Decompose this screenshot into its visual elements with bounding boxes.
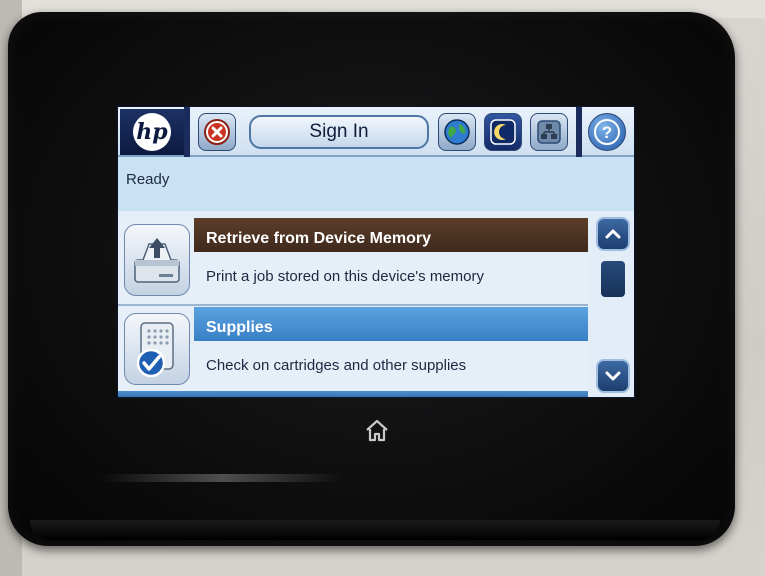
menu-list: Retrieve from Device Memory Print a job … [118,211,588,397]
language-button[interactable] [438,113,476,151]
help-button[interactable]: ? [588,113,626,151]
list-scrollbar [588,211,634,397]
help-icon: ? [594,119,620,145]
home-button[interactable] [362,416,392,444]
device-memory-icon [124,224,190,296]
list-item-supplies[interactable]: Supplies Check on cartridges and other s… [118,307,588,395]
toolbar-divider [184,107,190,157]
top-toolbar: hp Sign In ? [118,107,634,157]
supplies-icon [124,313,190,385]
touchscreen: hp Sign In ? Ready Retrieve from Device … [117,106,635,398]
chevron-down-icon [605,371,621,381]
item-title: Retrieve from Device Memory [206,230,431,247]
globe-icon [444,119,470,145]
next-list-item-peek [118,391,588,397]
list-item-retrieve-from-device-memory[interactable]: Retrieve from Device Memory Print a job … [118,218,588,306]
network-icon [537,120,561,144]
toolbar-divider [576,107,582,157]
item-description: Print a job stored on this device's memo… [206,268,484,285]
scroll-thumb[interactable] [601,261,625,297]
stop-icon [204,119,230,145]
stop-button[interactable] [198,113,236,151]
hp-logo-text: hp [133,113,171,151]
scroll-down-button[interactable] [596,359,630,393]
chevron-up-icon [605,229,621,239]
bezel-glint [102,474,342,482]
home-icon [366,419,388,442]
sign-in-button[interactable]: Sign In [249,115,429,149]
sleep-moon-icon [490,119,516,145]
item-title: Supplies [206,319,273,336]
sleep-button[interactable] [484,113,522,151]
bezel-bottom-edge [30,520,720,540]
network-button[interactable] [530,113,568,151]
hp-logo: hp [120,109,184,155]
device-status: Ready [126,171,170,188]
svg-text:?: ? [602,123,612,142]
scroll-up-button[interactable] [596,217,630,251]
item-description: Check on cartridges and other supplies [206,357,467,374]
